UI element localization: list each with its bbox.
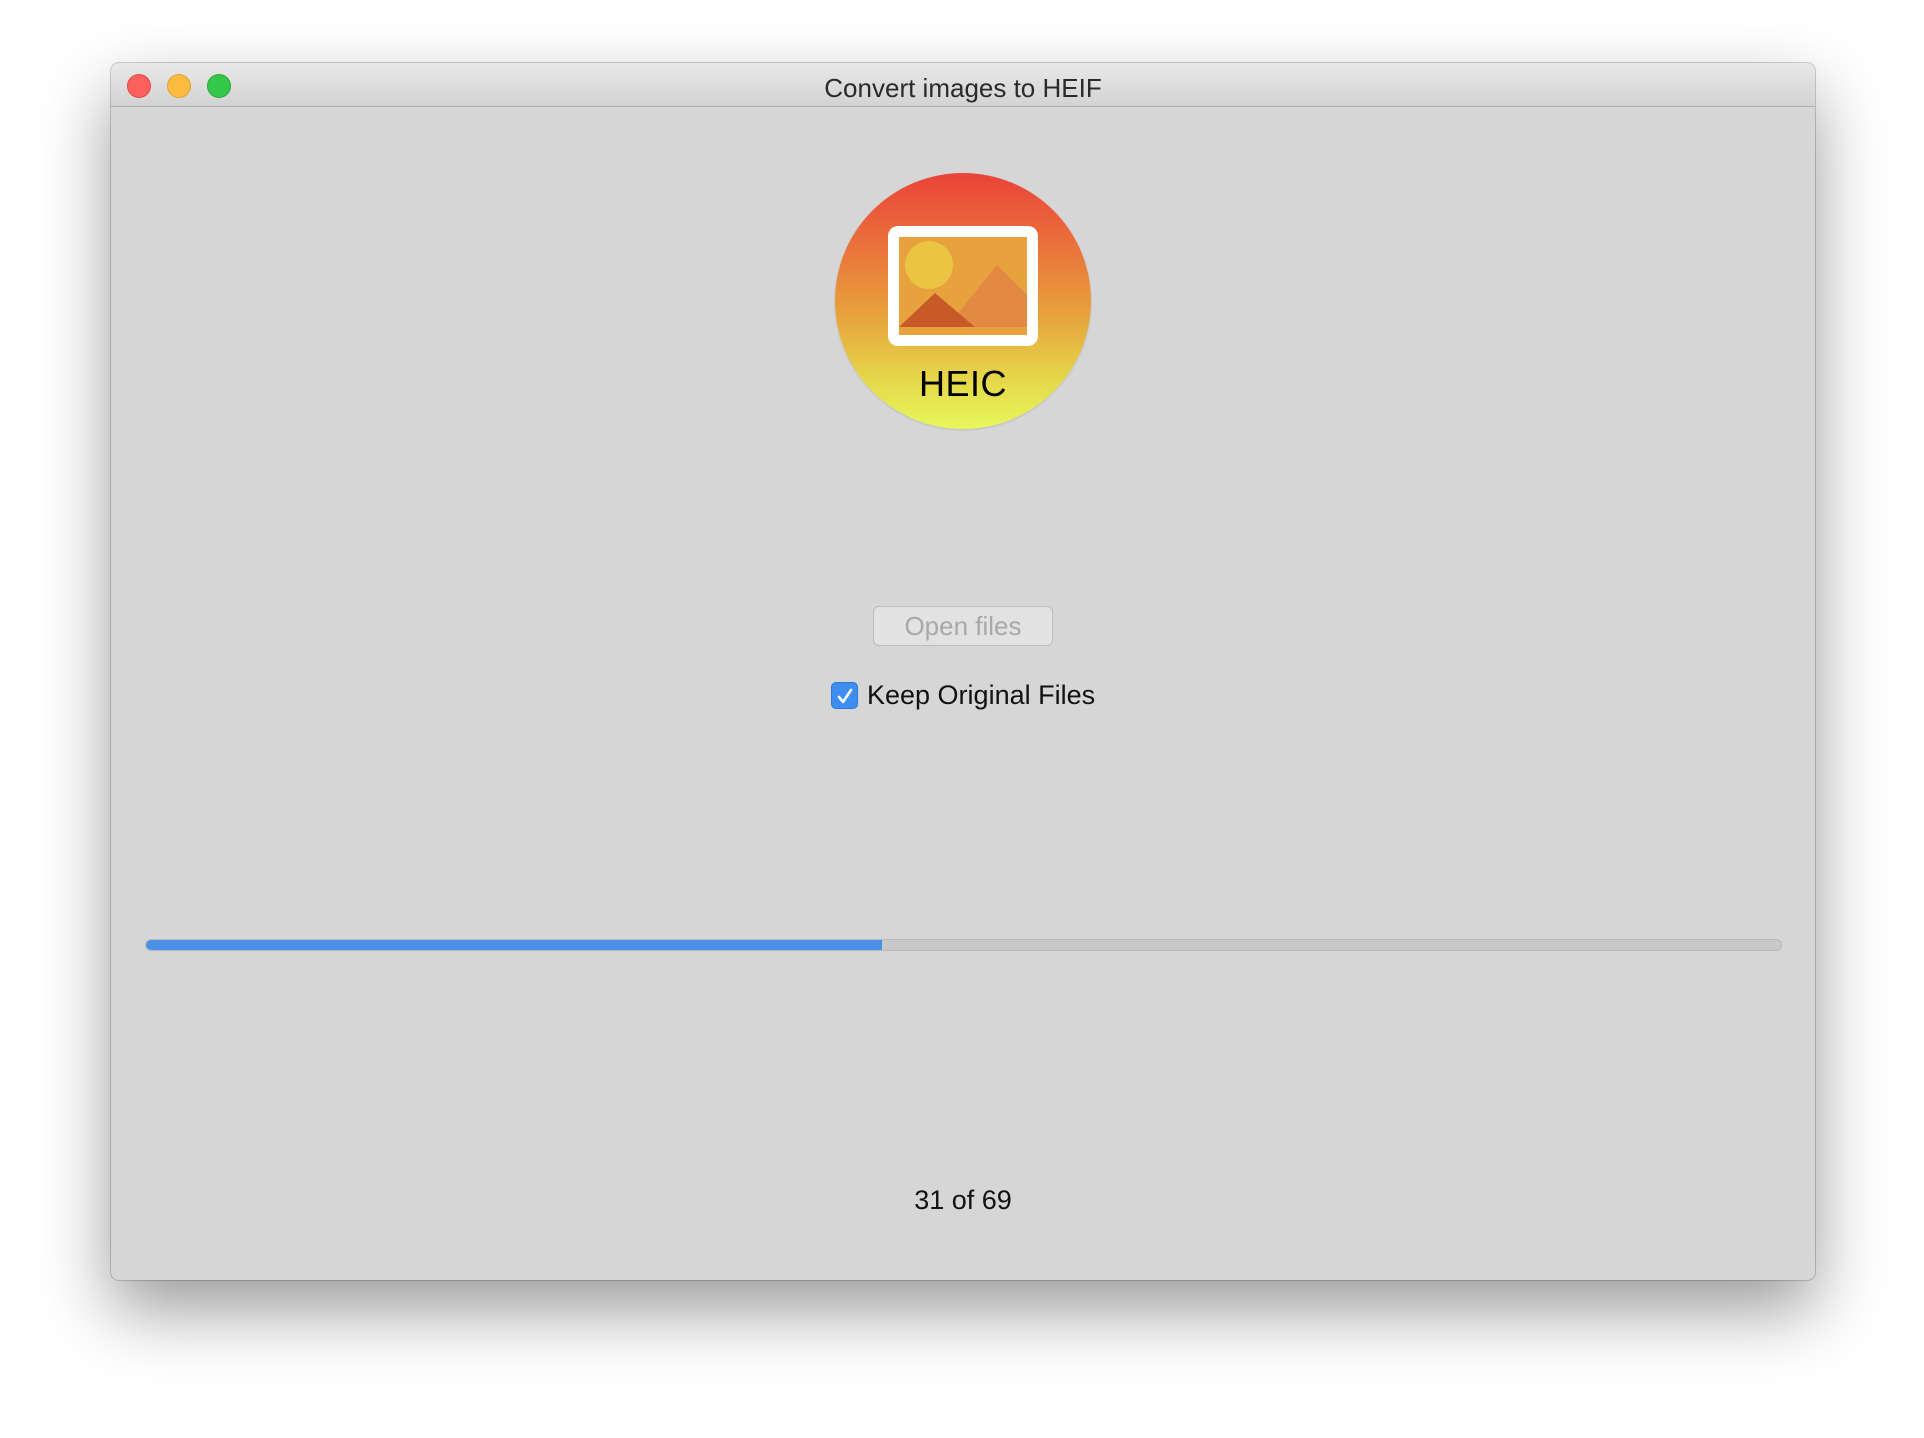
app-logo-label: HEIC xyxy=(918,363,1007,404)
keep-original-option[interactable]: Keep Original Files xyxy=(831,678,1095,712)
keep-original-checkbox[interactable] xyxy=(831,681,858,709)
checkmark-icon xyxy=(837,688,853,703)
open-files-button[interactable]: Open files xyxy=(873,606,1053,646)
keep-original-label: Keep Original Files xyxy=(867,679,1096,710)
window-title: Convert images to HEIF xyxy=(824,73,1102,103)
conversion-progress-bar xyxy=(145,939,1782,951)
heic-app-logo: HEIC xyxy=(835,173,1091,429)
title-bar[interactable]: Convert images to HEIF xyxy=(111,63,1815,107)
app-window: Convert images to HEIF HEIC Open files K… xyxy=(111,63,1815,1280)
image-photo-icon xyxy=(888,226,1038,346)
progress-bar-fill xyxy=(146,940,882,950)
progress-status-text: 31 of 69 xyxy=(914,1185,1012,1215)
